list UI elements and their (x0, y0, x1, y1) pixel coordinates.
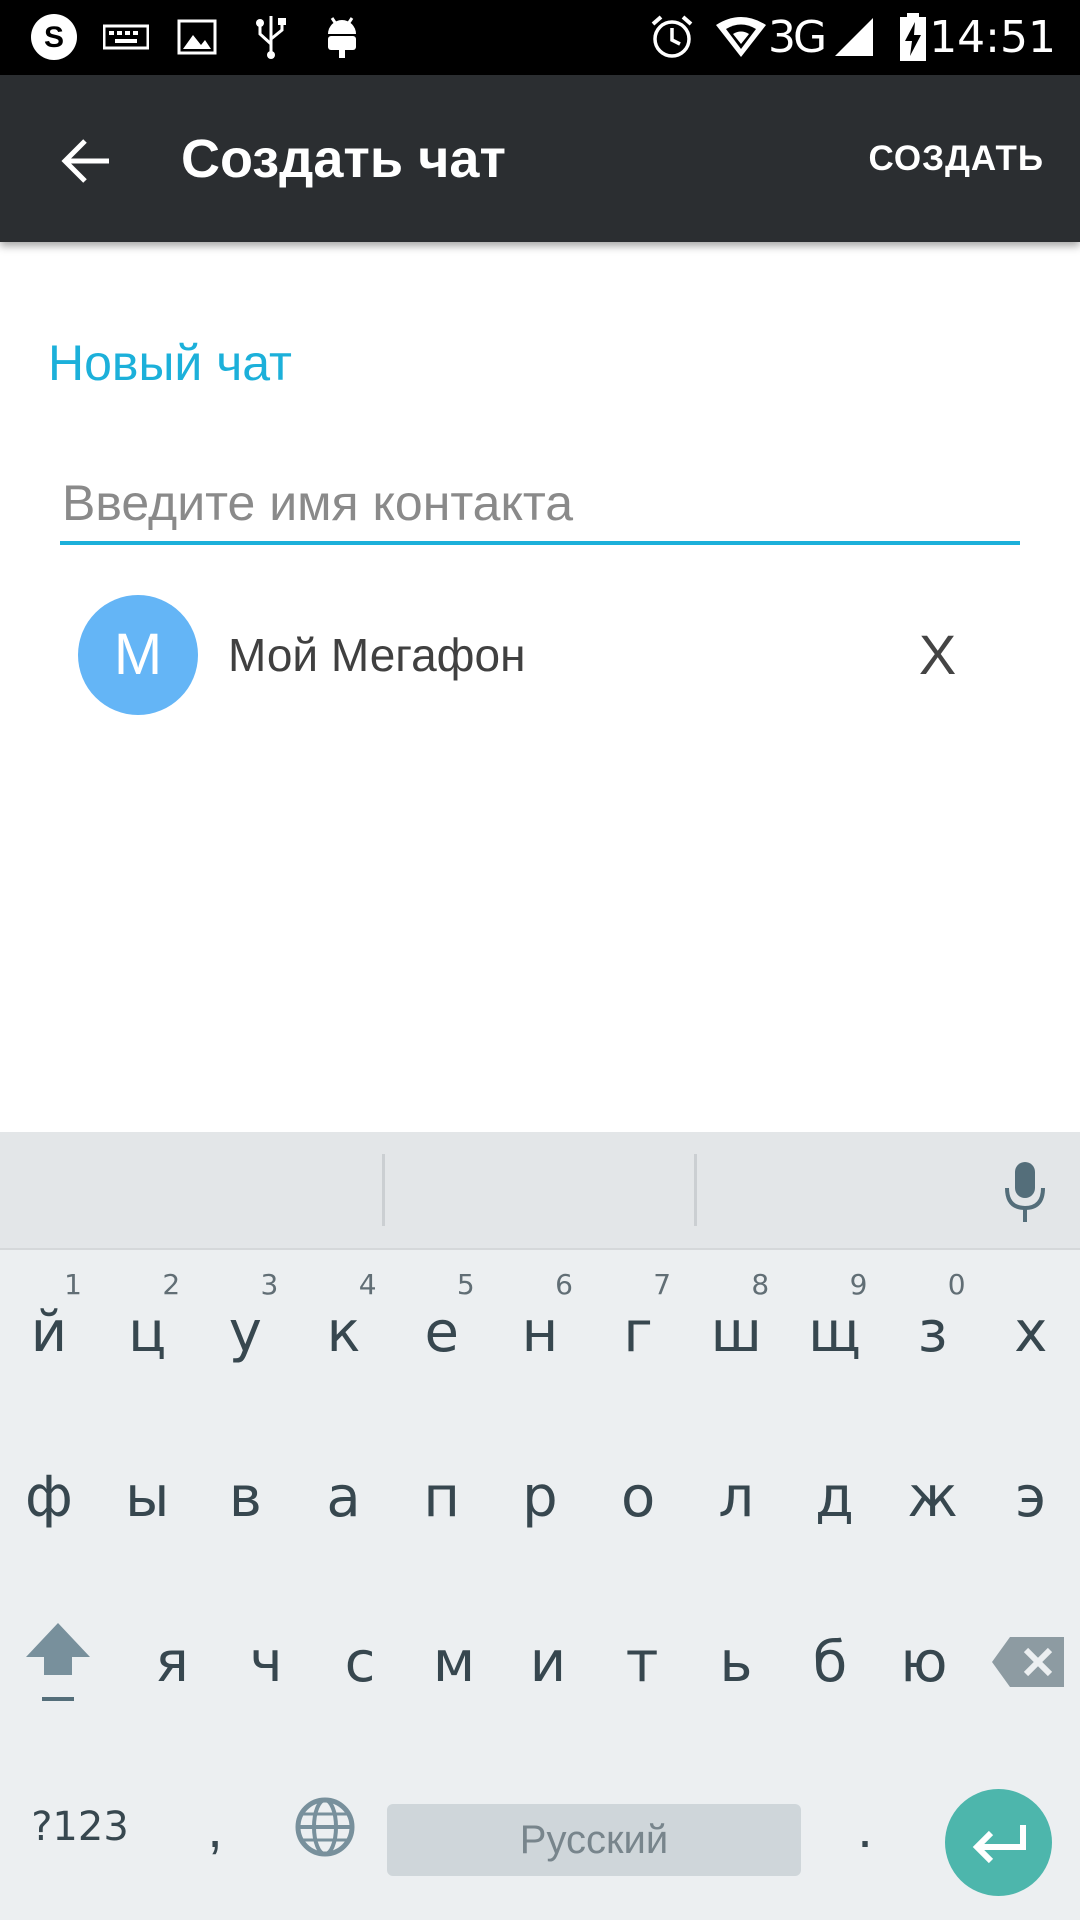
key-letter: щ (808, 1299, 861, 1365)
key-letter: у (228, 1299, 262, 1365)
android-debug-icon (316, 12, 368, 62)
back-button[interactable] (40, 121, 130, 201)
symbols-key[interactable]: ?123 (20, 1747, 140, 1907)
key-letter: й (30, 1299, 68, 1365)
key-letter: х (1014, 1299, 1048, 1365)
key-28[interactable]: т (595, 1582, 689, 1742)
shift-icon (25, 1623, 90, 1701)
key-letter: ц (128, 1299, 167, 1365)
backspace-key[interactable] (980, 1592, 1075, 1732)
keyboard-row-4: ?123 , Русский . (0, 1747, 1080, 1907)
key-2[interactable]: ц2 (98, 1252, 196, 1412)
key-20[interactable]: д (785, 1417, 883, 1577)
globe-icon (295, 1797, 355, 1857)
app-toolbar: Создать чат СОЗДАТЬ (0, 75, 1080, 242)
key-letter: з (917, 1299, 948, 1365)
image-icon (172, 12, 222, 62)
space-key[interactable]: Русский (387, 1804, 801, 1876)
key-21[interactable]: ж (884, 1417, 982, 1577)
alarm-icon (645, 12, 699, 62)
key-15[interactable]: а (295, 1417, 393, 1577)
enter-key[interactable] (945, 1789, 1052, 1896)
key-4[interactable]: к4 (295, 1252, 393, 1412)
key-16[interactable]: п (393, 1417, 491, 1577)
key-number-hint: 7 (653, 1268, 672, 1301)
key-19[interactable]: л (687, 1417, 785, 1577)
key-7[interactable]: г7 (589, 1252, 687, 1412)
remove-contact-button[interactable]: X (900, 615, 975, 695)
key-25[interactable]: с (313, 1582, 407, 1742)
key-letter: ш (710, 1299, 762, 1365)
key-11[interactable]: х (982, 1252, 1080, 1412)
key-number-hint: 1 (64, 1268, 82, 1301)
key-23[interactable]: я (125, 1582, 219, 1742)
selected-contact-row: M Мой Мегафон X (0, 595, 1080, 720)
key-12[interactable]: ф (0, 1417, 98, 1577)
key-number-hint: 3 (260, 1268, 279, 1301)
key-letter: н (521, 1299, 559, 1365)
key-9[interactable]: щ9 (785, 1252, 883, 1412)
suggestion-divider (382, 1154, 385, 1226)
key-number-hint: 9 (849, 1268, 868, 1301)
key-number-hint: 0 (947, 1268, 966, 1301)
key-number-hint: 6 (555, 1268, 573, 1301)
key-1[interactable]: й1 (0, 1252, 98, 1412)
key-30[interactable]: б (783, 1582, 877, 1742)
contact-name-input[interactable] (60, 465, 1020, 545)
key-number-hint: 5 (456, 1268, 475, 1301)
usb-icon (246, 12, 296, 62)
suggestion-divider (694, 1154, 697, 1226)
keyboard-row-3: ячсмитьбю (0, 1582, 1080, 1742)
soft-keyboard: й1ц2у3к4е5н6г7ш8щ9з0х фывапролджэ ячсмит… (0, 1132, 1080, 1920)
network-type: 3G (768, 12, 827, 63)
arrow-back-icon (61, 139, 109, 183)
section-title: Новый чат (48, 335, 292, 391)
enter-icon (972, 1824, 1026, 1863)
key-6[interactable]: н6 (491, 1252, 589, 1412)
contact-name: Мой Мегафон (228, 629, 526, 681)
key-number-hint: 2 (162, 1268, 181, 1301)
microphone-icon[interactable] (995, 1157, 1055, 1227)
backspace-icon (991, 1637, 1064, 1687)
shift-key[interactable] (10, 1592, 105, 1732)
language-key[interactable] (280, 1747, 370, 1907)
key-31[interactable]: ю (877, 1582, 971, 1742)
period-key[interactable]: . (820, 1747, 910, 1907)
key-10[interactable]: з0 (884, 1252, 982, 1412)
key-26[interactable]: м (407, 1582, 501, 1742)
battery-charging-icon (893, 12, 933, 62)
key-number-hint: 8 (751, 1268, 770, 1301)
key-29[interactable]: ь (689, 1582, 783, 1742)
key-letter: е (424, 1299, 459, 1365)
key-letter: г (623, 1299, 653, 1365)
status-bar: S 3G 14:51 (0, 0, 1080, 75)
key-27[interactable]: и (501, 1582, 595, 1742)
key-3[interactable]: у3 (196, 1252, 294, 1412)
wifi-icon (713, 12, 769, 62)
key-22[interactable]: э (982, 1417, 1080, 1577)
key-24[interactable]: ч (219, 1582, 313, 1742)
keyboard-row-1: й1ц2у3к4е5н6г7ш8щ9з0х (0, 1252, 1080, 1412)
key-letter: к (326, 1299, 361, 1365)
key-5[interactable]: е5 (393, 1252, 491, 1412)
svg-text:S: S (44, 21, 64, 54)
create-button[interactable]: СОЗДАТЬ (868, 137, 1044, 181)
comma-key[interactable]: , (160, 1747, 270, 1907)
key-17[interactable]: р (491, 1417, 589, 1577)
suggestion-strip (0, 1132, 1080, 1250)
skype-icon: S (26, 12, 82, 62)
key-18[interactable]: о (589, 1417, 687, 1577)
status-time: 14:51 (929, 12, 1056, 63)
keyboard-row-2: фывапролджэ (0, 1417, 1080, 1577)
key-8[interactable]: ш8 (687, 1252, 785, 1412)
key-13[interactable]: ы (98, 1417, 196, 1577)
key-number-hint: 4 (358, 1268, 377, 1301)
avatar: M (78, 595, 198, 715)
key-14[interactable]: в (196, 1417, 294, 1577)
keyboard-icon (100, 12, 152, 62)
page-title: Создать чат (181, 129, 506, 189)
signal-icon (832, 12, 876, 62)
